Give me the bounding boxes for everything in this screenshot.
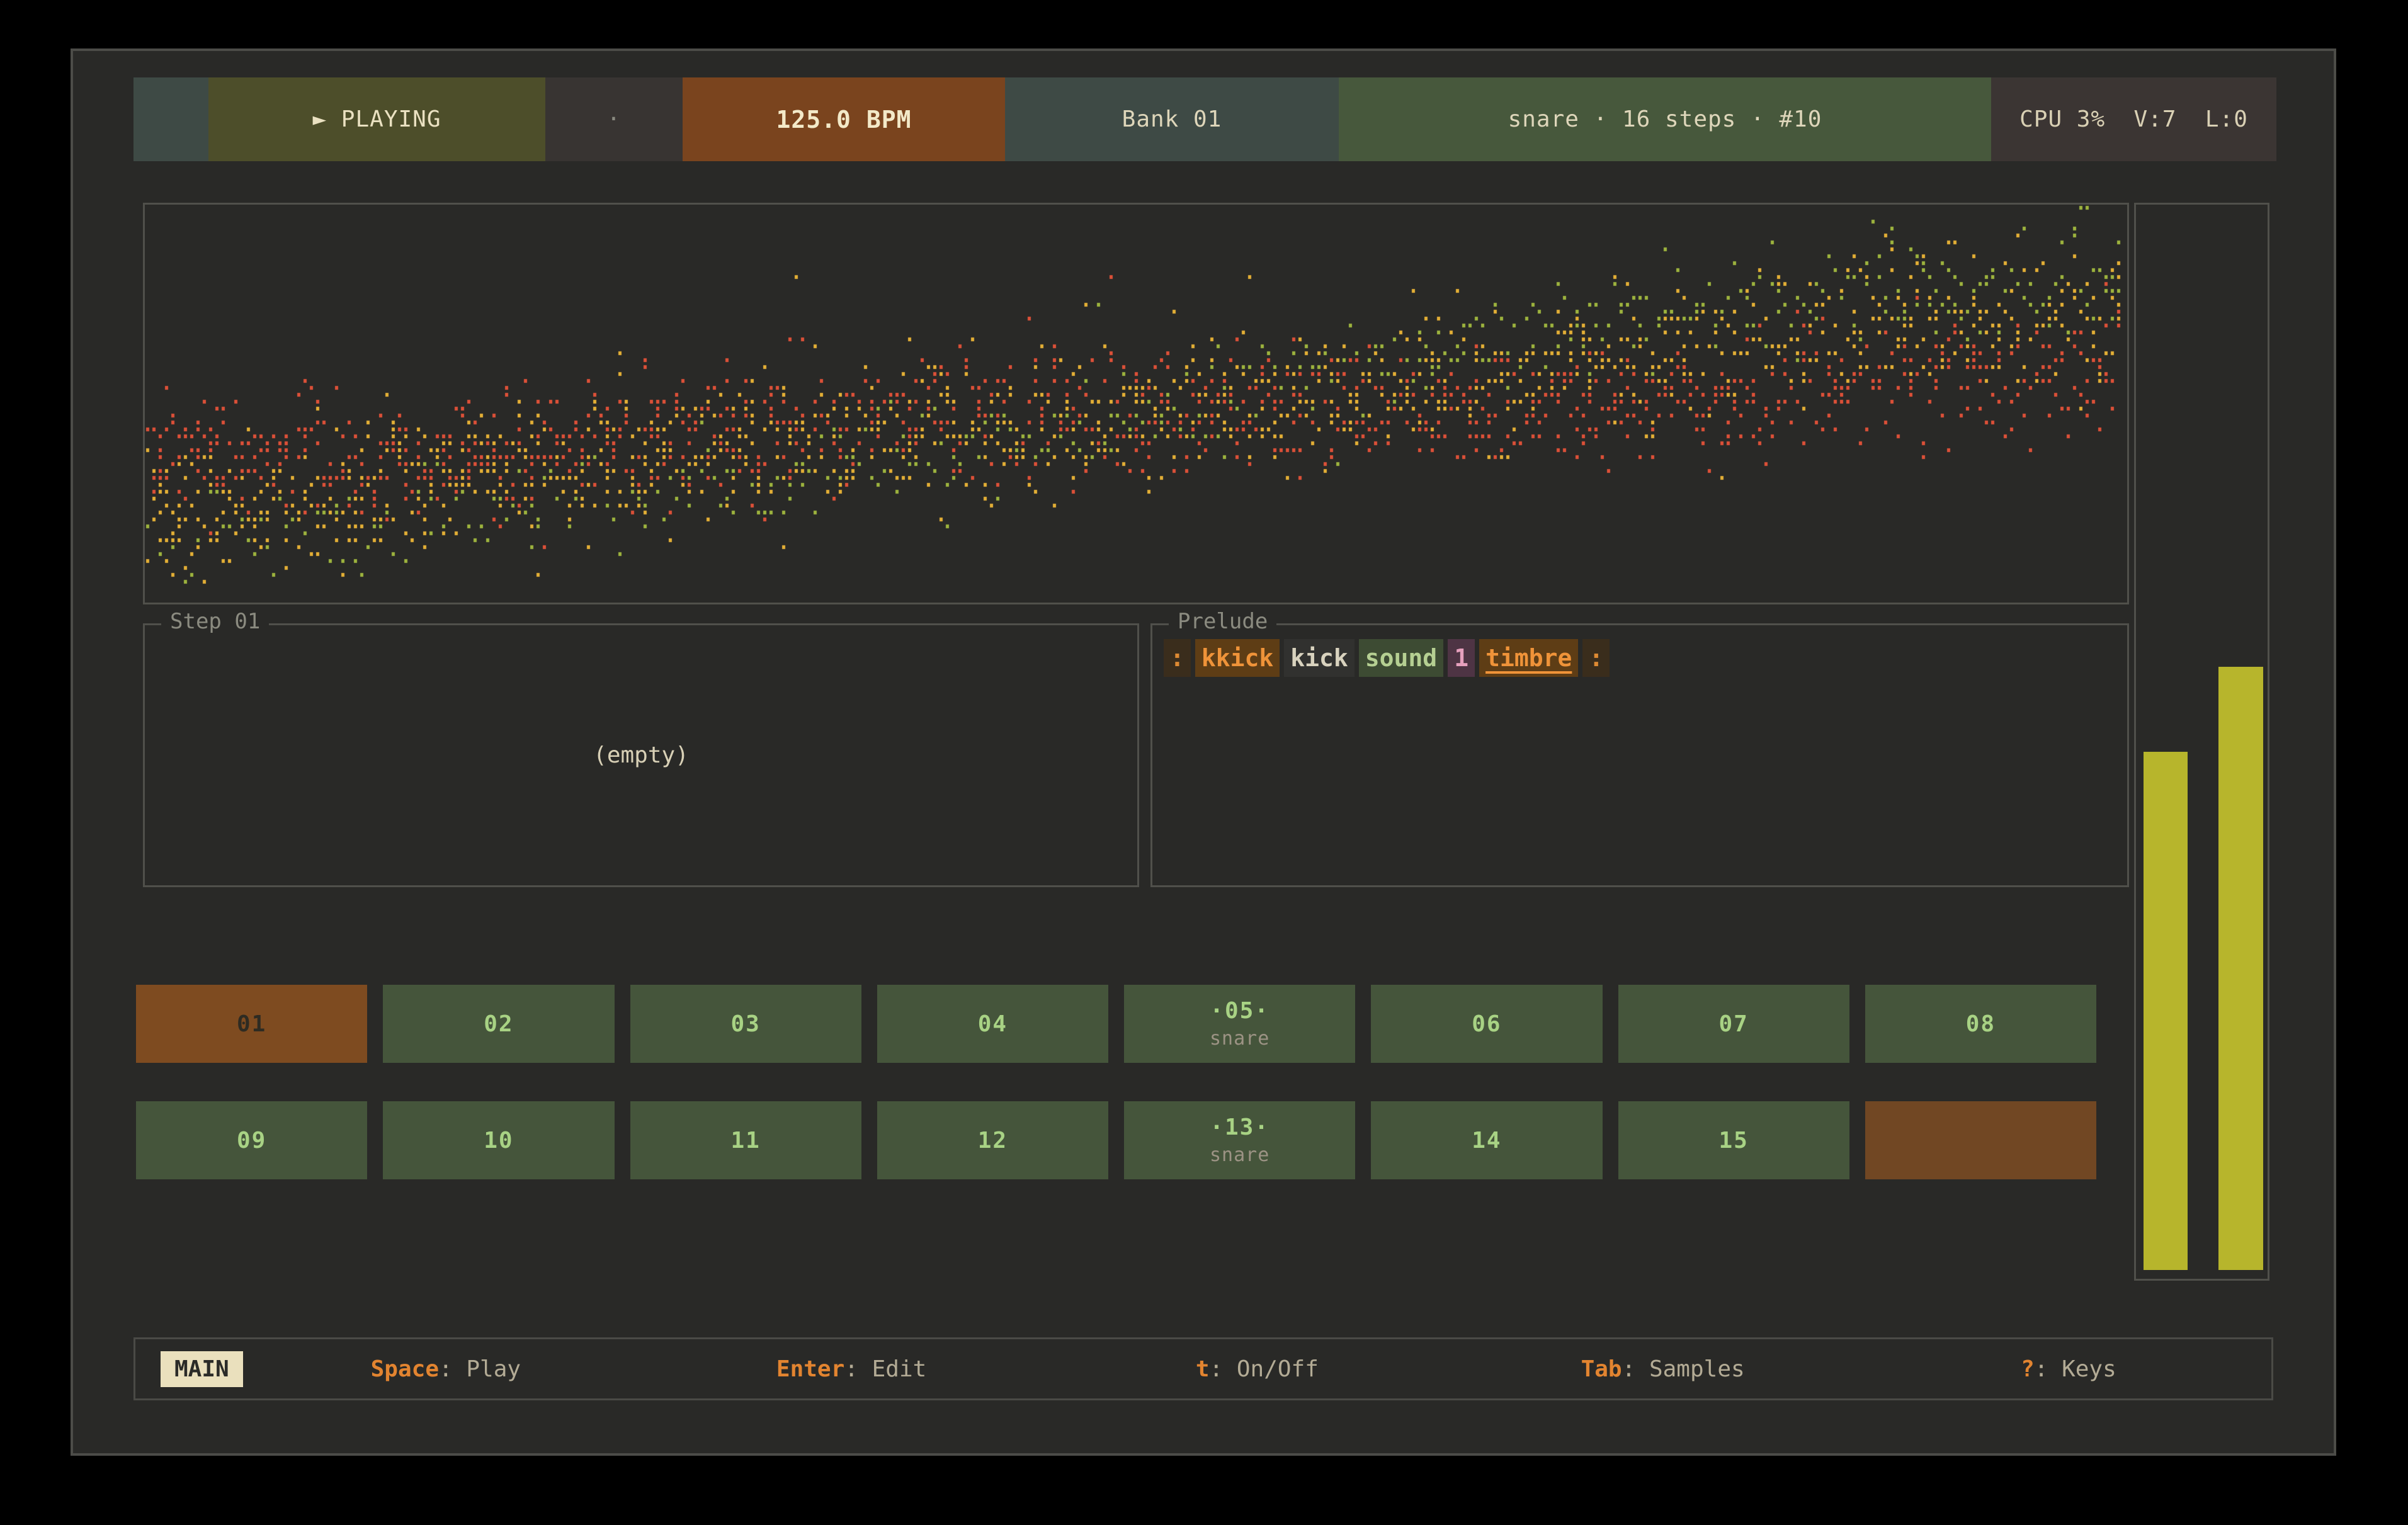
- top-status-bar: ► PLAYING · 125.0 BPM Bank 01 snare · 16…: [133, 77, 2276, 161]
- step-button-11[interactable]: 11: [630, 1101, 861, 1179]
- prelude-code-line[interactable]: :kkickkicksound1timbre:: [1164, 639, 1614, 677]
- step-button-16[interactable]: [1865, 1101, 2096, 1179]
- vu-meter-panel: [2134, 203, 2269, 1281]
- vu-meter-bar-2: [2218, 667, 2263, 1270]
- step-number: 08: [1966, 1011, 1996, 1037]
- event-scatter-canvas: [145, 205, 2127, 603]
- footer-bar: MAIN Space: PlayEnter: Editt: On/OffTab:…: [133, 1337, 2273, 1400]
- key-hint-onoff: t: On/Off: [1054, 1356, 1460, 1382]
- step-number: 10: [484, 1128, 513, 1154]
- pattern-label: snare · 16 steps · #10: [1508, 106, 1822, 132]
- step-number: 01: [237, 1011, 266, 1037]
- step-grid: 01 02 03 04 ·05· snare 06 07 08 09 10 11 12 ·13· snare…: [136, 985, 2096, 1179]
- step-button-07[interactable]: 07: [1618, 985, 1849, 1063]
- prelude-token-5[interactable]: 1: [1448, 639, 1475, 677]
- prelude-token-6[interactable]: timbre: [1479, 639, 1578, 677]
- prelude-panel: Prelude :kkickkicksound1timbre:: [1150, 623, 2129, 887]
- prelude-token-2[interactable]: kkick: [1195, 639, 1280, 677]
- step-number: 09: [237, 1128, 266, 1154]
- step-number: 02: [484, 1011, 513, 1037]
- step-number: ·05·: [1210, 998, 1269, 1024]
- vu-meter-bar-1: [2144, 752, 2188, 1270]
- topbar-lead-segment: [133, 77, 208, 161]
- step-inspector-panel: Step 01 (empty): [143, 623, 1139, 887]
- key-hint-samples: Tab: Samples: [1460, 1356, 1866, 1382]
- step-number: 11: [730, 1128, 760, 1154]
- step-inspector-empty: (empty): [145, 625, 1137, 885]
- step-button-08[interactable]: 08: [1865, 985, 2096, 1063]
- transport-status[interactable]: ► PLAYING: [208, 77, 545, 161]
- bank-label: Bank 01: [1122, 106, 1222, 132]
- step-number: 04: [978, 1011, 1008, 1037]
- key-hint-play: Space: Play: [243, 1356, 649, 1382]
- prelude-token-7[interactable]: :: [1582, 639, 1610, 677]
- stats-label: CPU 3% V:7 L:0: [2019, 106, 2248, 132]
- step-number: 14: [1472, 1128, 1501, 1154]
- step-button-05[interactable]: ·05· snare: [1124, 985, 1355, 1063]
- bank-display[interactable]: Bank 01: [1005, 77, 1339, 161]
- bpm-display[interactable]: 125.0 BPM: [683, 77, 1005, 161]
- step-button-01[interactable]: 01: [136, 985, 367, 1063]
- step-button-09[interactable]: 09: [136, 1101, 367, 1179]
- step-button-13[interactable]: ·13· snare: [1124, 1101, 1355, 1179]
- step-button-14[interactable]: 14: [1371, 1101, 1602, 1179]
- app-window: ► PLAYING · 125.0 BPM Bank 01 snare · 16…: [71, 48, 2336, 1456]
- bpm-label: 125.0 BPM: [776, 106, 912, 133]
- dot-indicator: ·: [607, 106, 622, 132]
- pattern-info[interactable]: snare · 16 steps · #10: [1339, 77, 1991, 161]
- topbar-dot-segment: ·: [545, 77, 683, 161]
- step-button-06[interactable]: 06: [1371, 985, 1602, 1063]
- step-button-04[interactable]: 04: [877, 985, 1108, 1063]
- step-number: 15: [1718, 1128, 1748, 1154]
- mode-badge: MAIN: [161, 1351, 243, 1387]
- prelude-title: Prelude: [1169, 609, 1276, 634]
- key-hint-keys: ?: Keys: [1866, 1356, 2271, 1382]
- step-button-02[interactable]: 02: [383, 985, 614, 1063]
- step-number: 07: [1718, 1011, 1748, 1037]
- key-hint-edit: Enter: Edit: [649, 1356, 1054, 1382]
- step-button-12[interactable]: 12: [877, 1101, 1108, 1179]
- step-sample-name: snare: [1210, 1144, 1269, 1166]
- prelude-token-1[interactable]: :: [1164, 639, 1191, 677]
- step-number: 12: [978, 1128, 1008, 1154]
- step-number: ·13·: [1210, 1114, 1269, 1140]
- prelude-token-3[interactable]: kick: [1284, 639, 1354, 677]
- event-scatter-panel: [143, 203, 2129, 604]
- prelude-token-4[interactable]: sound: [1359, 639, 1443, 677]
- step-button-15[interactable]: 15: [1618, 1101, 1849, 1179]
- step-number: 03: [730, 1011, 760, 1037]
- step-number: 06: [1472, 1011, 1501, 1037]
- step-sample-name: snare: [1210, 1028, 1269, 1050]
- key-hints: Space: PlayEnter: Editt: On/OffTab: Samp…: [243, 1356, 2271, 1382]
- transport-label: ► PLAYING: [312, 106, 441, 132]
- step-button-10[interactable]: 10: [383, 1101, 614, 1179]
- step-button-03[interactable]: 03: [630, 985, 861, 1063]
- system-stats: CPU 3% V:7 L:0: [1991, 77, 2276, 161]
